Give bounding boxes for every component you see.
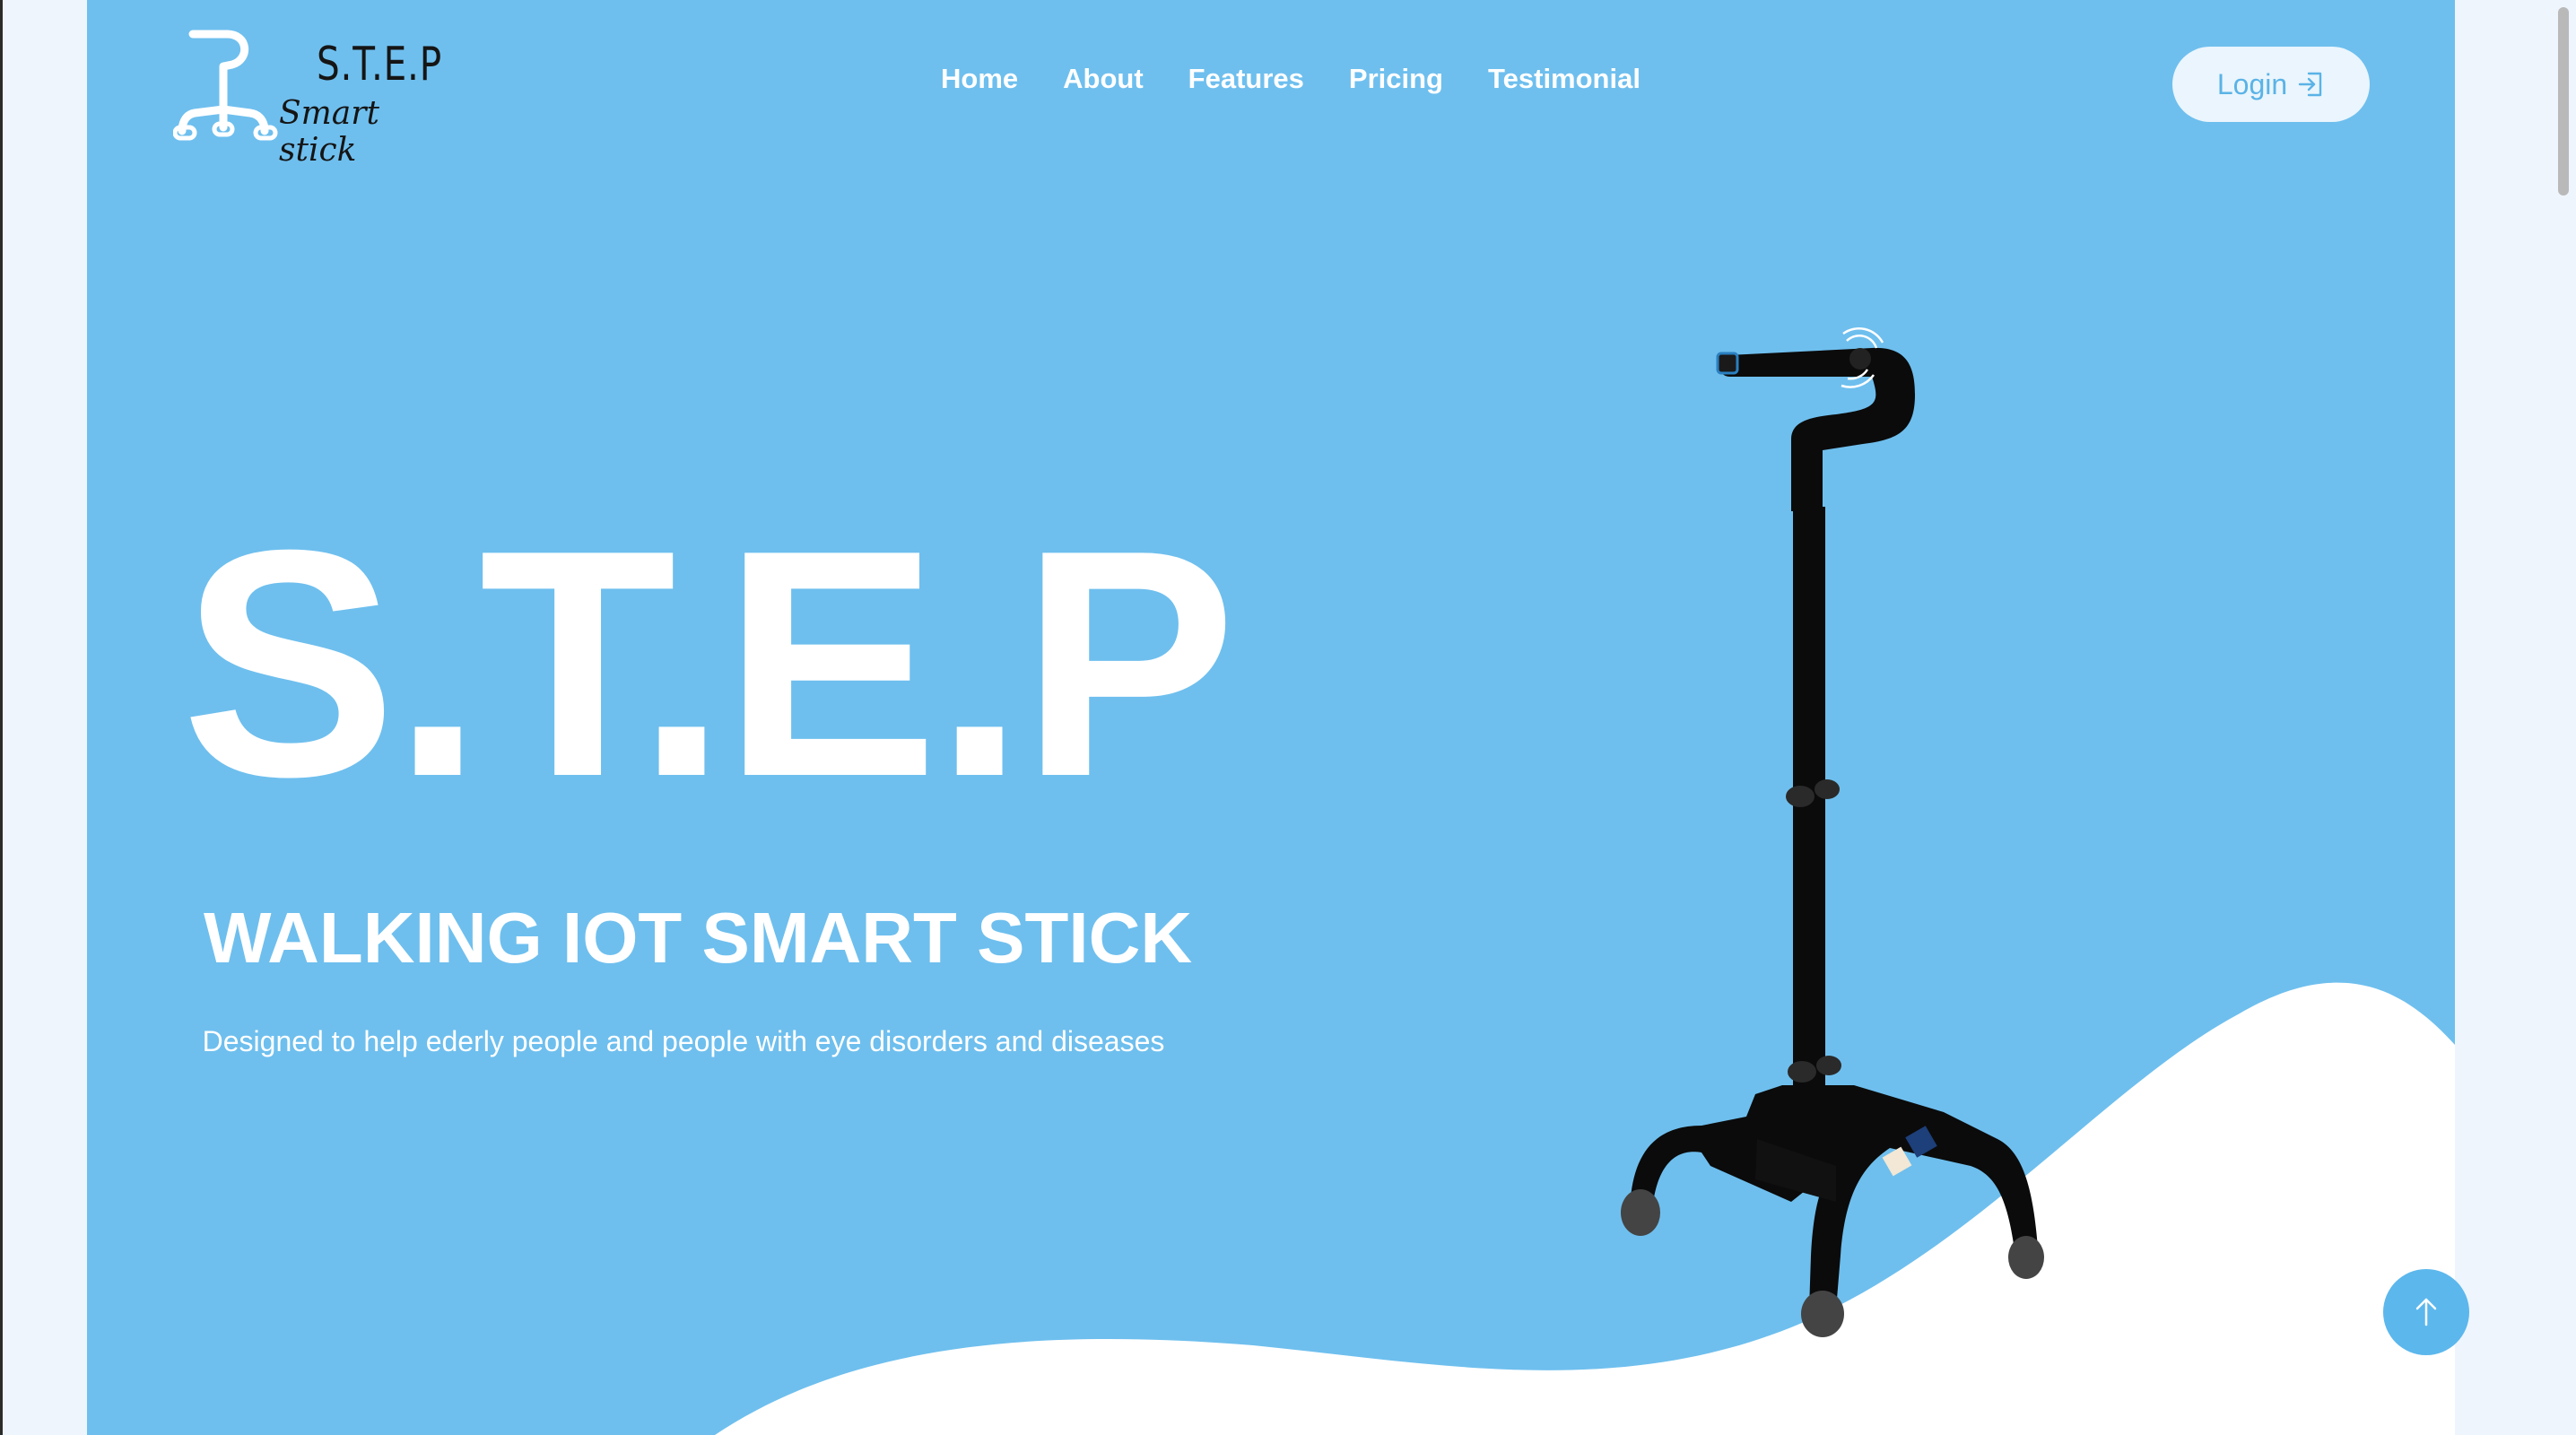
scroll-to-top-button[interactable] (2383, 1269, 2469, 1355)
hero-title: S.T.E.P (181, 483, 1236, 844)
login-button[interactable]: Login (2172, 47, 2370, 122)
smart-stick-illustration (1621, 327, 2044, 1337)
brand-title: S.T.E.P (317, 38, 442, 91)
brand-logo[interactable]: S.T.E.P Smart stick (173, 27, 451, 169)
arrow-up-icon (2415, 1298, 2437, 1326)
login-arrow-icon (2298, 72, 2322, 97)
nav-home[interactable]: Home (941, 63, 1018, 106)
brand-subtitle: Smart stick (279, 95, 379, 169)
nav-about[interactable]: About (1063, 63, 1144, 106)
hero-subtitle: WALKING IOT SMART STICK (204, 898, 1193, 978)
nav-pricing[interactable]: Pricing (1349, 63, 1443, 106)
hero-section: S.T.E.P Smart stick Home About Features … (87, 0, 2455, 1435)
nav-features[interactable]: Features (1188, 63, 1304, 106)
nav-testimonial[interactable]: Testimonial (1488, 63, 1640, 106)
cane-icon (173, 30, 278, 141)
window-left-border (0, 0, 3, 1435)
scrollbar-track[interactable] (2549, 0, 2576, 1435)
login-label: Login (2216, 67, 2288, 100)
main-nav: Home About Features Pricing Testimonial (941, 63, 1685, 106)
scrollbar-thumb[interactable] (2558, 7, 2569, 196)
hero-description: Designed to help ederly people and peopl… (202, 1025, 1165, 1057)
